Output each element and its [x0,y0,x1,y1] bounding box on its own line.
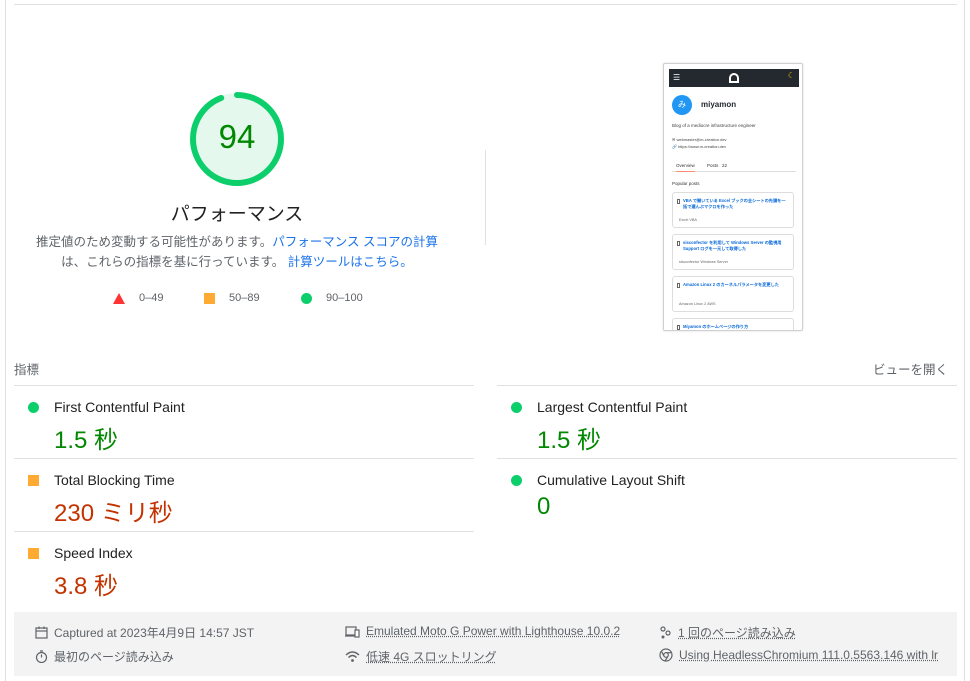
post-tags: Amazon Linux 2 AWS [679,302,716,306]
pass-circle-icon [511,402,522,413]
final-screenshot[interactable]: ☰ ☾ み miyamon Blog of a mediocre infrast… [663,63,803,331]
post-title: VBA で開いている Excel ブックの全シートの先頭を一括で選んぶマクロを作… [683,198,786,209]
calculator-link[interactable]: 計算ツールはこちら。 [288,255,413,269]
metric-name: Largest Contentful Paint [537,399,688,415]
chrome-icon [659,648,673,662]
site-logo-icon [729,73,739,83]
posts-count: 22 [722,163,728,168]
metric-lcp: Largest Contentful Paint 1.5 秒 [497,386,957,458]
vertical-divider [485,150,486,245]
performance-title: パフォーマンス [170,204,304,225]
tab-overview: Overview [676,163,695,172]
post-card: Miyamon のホームページの作り方 [672,318,794,330]
moon-icon: ☾ [787,71,795,80]
tab-posts: Posts [707,163,719,168]
pass-circle-icon [511,475,522,486]
profile-email: ✉ webmaster@m-creation.dev [672,137,727,142]
score-description: 推定値のため変動する可能性があります。パフォーマンス スコアの計算 は、これらの… [32,232,442,272]
score-calc-link[interactable]: パフォーマンス スコアの計算 [272,235,438,249]
document-icon [677,199,680,204]
desc-text-2: は、これらの指標を基に行っています。 [61,255,285,269]
document-icon [677,325,680,330]
profile-url: 🔗 https://www.m-creation.dev [672,144,727,149]
captured-at-text: Captured at 2023年4月9日 14:57 JST [54,626,255,640]
profile-bio: Blog of a mediocre infrastructure engine… [672,123,756,128]
legend-pass-range: 90–100 [326,292,363,304]
network-throttling[interactable]: 低速 4G スロットリング [345,648,497,665]
calendar-icon [35,626,48,639]
post-title: Amazon Linux 2 のカーネルパラメータを変更した [683,282,779,287]
screenshot-navbar: ☰ ☾ [669,69,799,87]
legend-pass: 90–100 [301,292,363,304]
session-icon [660,626,671,639]
average-square-icon [28,548,39,559]
post-tags: Excel VBA [679,218,697,222]
post-card: Amazon Linux 2 のカーネルパラメータを変更した Amazon Li… [672,276,794,312]
captured-at: Captured at 2023年4月9日 14:57 JST [35,624,254,641]
runtime-settings: Captured at 2023年4月9日 14:57 JST Emulated… [14,612,957,676]
initial-load-text: 最初のページ読み込み [54,650,174,664]
metric-si: Speed Index 3.8 秒 [14,532,474,604]
metrics-heading: 指標 [14,363,40,377]
square-icon [204,292,215,304]
browser-text[interactable]: Using HeadlessChromium 111.0.5563.146 wi… [679,648,938,662]
throttling-text[interactable]: 低速 4G スロットリング [366,648,497,665]
single-page-session[interactable]: 1 回のページ読み込み [659,624,796,641]
triangle-icon [113,292,125,304]
browser-version[interactable]: Using HeadlessChromium 111.0.5563.146 wi… [659,648,938,662]
wifi-icon [345,651,360,662]
screenshot-tabs: Overview Posts 22 [672,160,796,172]
document-icon [677,283,680,288]
post-title: Miyamon のホームページの作り方 [683,324,749,329]
legend-average: 50–89 [204,292,260,304]
metric-value: 1.5 秒 [54,427,119,454]
document-icon [677,241,680,246]
average-square-icon [28,475,39,486]
popular-posts-label: Popular posts [672,181,700,186]
top-divider [14,4,957,5]
session-text[interactable]: 1 回のページ読み込み [678,624,796,641]
metric-fcp: First Contentful Paint 1.5 秒 [14,386,474,458]
metric-value: 1.5 秒 [537,427,602,454]
metric-name: Total Blocking Time [54,472,175,488]
post-card: sisconfector を利用して Windows Server の監視用 S… [672,234,794,270]
metric-value: 0 [537,493,551,520]
pass-circle-icon [28,402,39,413]
emulated-device[interactable]: Emulated Moto G Power with Lighthouse 10… [345,624,620,638]
desc-text-1: 推定値のため変動する可能性があります。 [36,235,273,249]
legend-fail: 0–49 [113,292,163,304]
metric-cls: Cumulative Layout Shift 0 [497,459,957,531]
circle-icon [301,292,312,304]
avatar: み [672,95,692,115]
post-card: VBA で開いている Excel ブックの全シートの先頭を一括で選んぶマクロを作… [672,192,794,228]
legend-average-range: 50–89 [229,292,260,304]
stopwatch-icon [35,650,48,663]
metric-value: 230 ミリ秒 [54,500,173,527]
metric-value: 3.8 秒 [54,573,119,600]
metric-tbt: Total Blocking Time 230 ミリ秒 [14,459,474,531]
menu-icon: ☰ [673,73,681,82]
performance-score: 94 [218,118,256,155]
metric-name: Cumulative Layout Shift [537,472,685,488]
post-title: sisconfector を利用して Windows Server の監視用 S… [683,240,782,251]
emulated-device-text[interactable]: Emulated Moto G Power with Lighthouse 10… [366,624,620,638]
post-tags: sisconfector Windows Server [679,260,728,264]
devices-icon [345,625,360,638]
metric-name: First Contentful Paint [54,399,185,415]
metric-name: Speed Index [54,545,133,561]
score-legend: 0–49 50–89 90–100 [0,292,480,308]
initial-page-load: 最初のページ読み込み [35,648,174,665]
legend-fail-range: 0–49 [139,292,164,304]
profile-name: miyamon [701,100,737,109]
expand-view-toggle[interactable]: ビューを開く [873,359,948,378]
